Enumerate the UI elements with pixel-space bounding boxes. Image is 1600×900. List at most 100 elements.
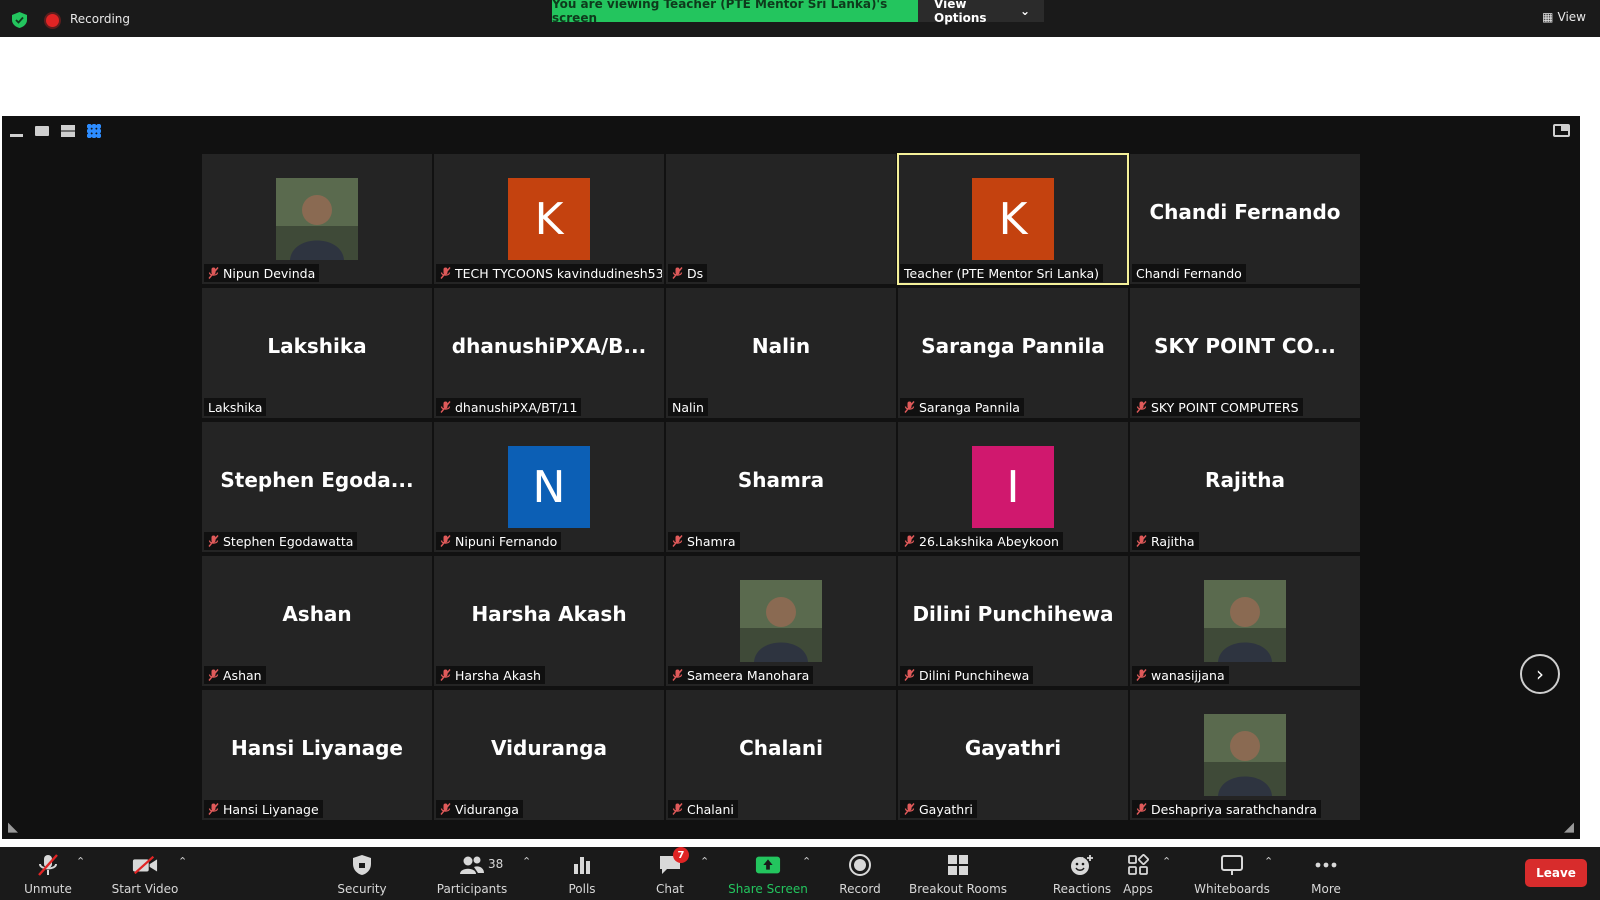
participant-tile[interactable]: I 26.Lakshika Abeykoon [898,422,1128,552]
recording-label[interactable]: Recording [70,12,130,26]
participant-name-label: Nipuni Fernando [436,532,562,550]
participant-name: Chalani [687,801,734,817]
viewing-screen-banner: You are viewing Teacher (PTE Mentor Sri … [552,0,918,25]
participant-tile[interactable]: SKY POINT CO... SKY POINT COMPUTERS [1130,288,1360,418]
participant-tile[interactable]: Nalin Nalin [666,288,896,418]
participant-name-label: Gayathri [900,800,977,818]
unmute-button[interactable]: Unmute [22,847,74,900]
meeting-controls-toolbar: Unmute ⌃ Start Video ⌃ Security Particip… [0,847,1600,900]
participant-tile[interactable]: dhanushiPXA/B... dhanushiPXA/BT/11 [434,288,664,418]
participant-tile[interactable]: Saranga Pannila Saranga Pannila [898,288,1128,418]
microphone-muted-icon [1136,669,1147,681]
participant-name: Stephen Egodawatta [223,533,354,549]
share-screen-button[interactable]: Share Screen [728,847,808,900]
microphone-muted-icon [208,669,219,681]
participant-tile[interactable]: Nipun Devinda [202,154,432,284]
participants-label: Participants [436,882,508,896]
participant-tile[interactable]: Rajitha Rajitha [1130,422,1360,552]
participant-photo [276,178,358,260]
microphone-muted-icon [440,401,451,413]
participant-tile[interactable]: Stephen Egoda... Stephen Egodawatta [202,422,432,552]
chevron-up-icon[interactable]: ⌃ [76,855,85,868]
stacked-view-icon[interactable] [61,125,75,137]
chevron-up-icon[interactable]: ⌃ [1264,855,1273,868]
participant-tile[interactable]: Gayathri Gayathri [898,690,1128,820]
participant-name: 26.Lakshika Abeykoon [919,533,1059,549]
gallery-view-icon[interactable] [87,124,101,138]
minimize-icon[interactable] [10,133,23,137]
participant-name-label: Lakshika [204,398,267,416]
participant-name: Saranga Pannila [919,399,1020,415]
microphone-muted-icon [440,535,451,547]
microphone-muted-icon [904,401,915,413]
participant-name: Ds [687,265,704,281]
chevron-up-icon[interactable]: ⌃ [178,855,187,868]
shield-icon [349,853,375,877]
chevron-up-icon[interactable]: ⌃ [1162,855,1171,868]
apps-button[interactable]: Apps [1118,847,1158,900]
breakout-rooms-icon [945,853,971,877]
participant-display-name: Gayathri [964,736,1062,760]
participant-tile[interactable]: Ds [666,154,896,284]
security-button[interactable]: Security [336,847,388,900]
participant-tile[interactable]: Harsha Akash Harsha Akash [434,556,664,686]
participant-tile[interactable]: Viduranga Viduranga [434,690,664,820]
chat-button[interactable]: 7 Chat [650,847,690,900]
participant-tile[interactable]: K Teacher (PTE Mentor Sri Lanka) [897,153,1129,285]
record-button[interactable]: Record [836,847,884,900]
participant-tile[interactable]: Ashan Ashan [202,556,432,686]
participant-name-label: Ds [668,264,708,282]
participant-name: Viduranga [455,801,519,817]
participant-name: Sameera Manohara [687,667,810,683]
view-button[interactable]: ▦ View [1542,10,1586,24]
participants-button[interactable]: Participants [436,847,508,900]
participant-tile[interactable]: Lakshika Lakshika [202,288,432,418]
polls-button[interactable]: Polls [562,847,602,900]
participant-grid: Nipun Devinda K TECH TYCOONS kavindudinesh… [202,153,1360,820]
participant-avatar: I [972,446,1054,528]
participant-tile[interactable]: N Nipuni Fernando [434,422,664,552]
participant-name-label: Hansi Liyanage [204,800,323,818]
participant-tile[interactable]: Deshapriya sarathchandra [1130,690,1360,820]
participant-tile[interactable]: Shamra Shamra [666,422,896,552]
speaker-view-icon[interactable] [35,126,49,136]
participant-tile[interactable]: Sameera Manohara [666,556,896,686]
view-label: View [1557,10,1586,24]
chevron-up-icon[interactable]: ⌃ [802,855,811,868]
start-video-button[interactable]: Start Video [110,847,180,900]
participant-name: Harsha Akash [455,667,541,683]
recording-icon[interactable] [46,14,59,27]
participant-name-label: Harsha Akash [436,666,545,684]
grid-view-icon: ▦ [1542,10,1554,24]
participant-tile[interactable]: Dilini Punchihewa Dilini Punchihewa [898,556,1128,686]
participant-name: Rajitha [1151,533,1195,549]
next-page-button[interactable]: › [1520,654,1560,694]
participant-name-label: Teacher (PTE Mentor Sri Lanka) [900,264,1104,282]
participant-name: Nipuni Fernando [455,533,558,549]
participant-tile[interactable]: Chalani Chalani [666,690,896,820]
meeting-top-bar: Recording You are viewing Teacher (PTE M… [0,0,1600,37]
more-button[interactable]: More [1306,847,1346,900]
leave-button[interactable]: Leave [1525,859,1587,887]
participant-name: Shamra [687,533,736,549]
expand-panel-icon[interactable] [1553,124,1570,137]
microphone-muted-icon [440,267,451,279]
participant-tile[interactable]: Chandi Fernando Chandi Fernando [1130,154,1360,284]
whiteboards-button[interactable]: Whiteboards [1194,847,1270,900]
participant-tile[interactable]: K TECH TYCOONS kavindudinesh53... [434,154,664,284]
participant-tile[interactable]: wanasijjana [1130,556,1360,686]
participant-name: Teacher (PTE Mentor Sri Lanka) [904,265,1100,281]
chevron-up-icon[interactable]: ⌃ [1078,855,1087,868]
participant-tile[interactable]: Hansi Liyanage Hansi Liyanage [202,690,432,820]
chevron-up-icon[interactable]: ⌃ [522,855,531,868]
participant-name-label: Chandi Fernando [1132,264,1246,282]
view-options-button[interactable]: View Options ⌄ [918,0,1044,25]
shield-icon[interactable] [12,12,27,28]
microphone-muted-icon [208,803,219,815]
resize-handle-left-icon[interactable]: ◣ [8,820,18,835]
participant-name-label: Deshapriya sarathchandra [1132,800,1321,818]
breakout-rooms-button[interactable]: Breakout Rooms [908,847,1008,900]
resize-handle-right-icon[interactable]: ◢ [1564,820,1574,835]
chevron-up-icon[interactable]: ⌃ [700,855,709,868]
participant-avatar: N [508,446,590,528]
